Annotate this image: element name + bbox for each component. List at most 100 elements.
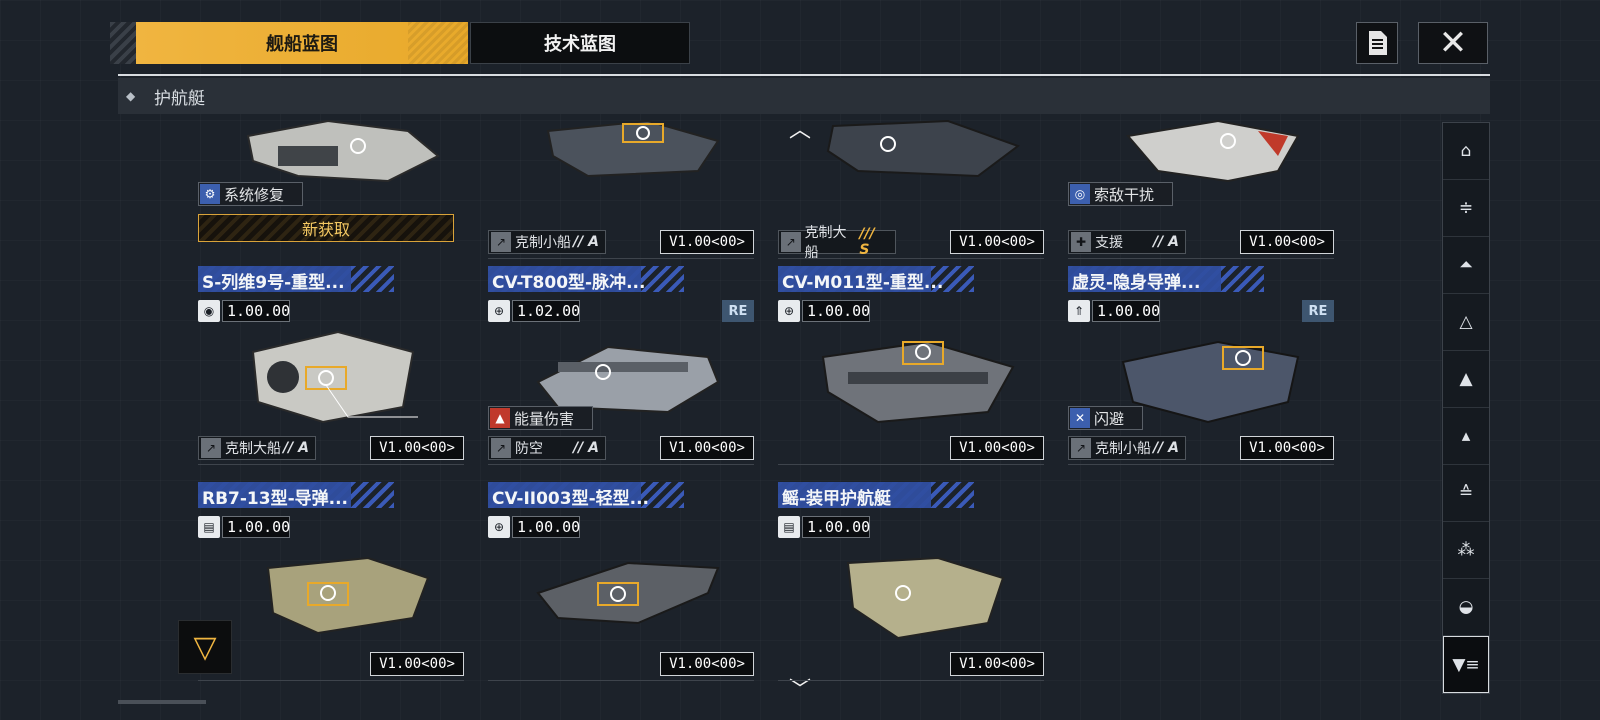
ship-card[interactable]: CV-M011型-重型... ⊕ 1.00.00 V1.00<00> xyxy=(778,262,1044,468)
version-number: 1.00.00 xyxy=(222,300,290,322)
version-box: V1.00<00> xyxy=(370,652,464,676)
card-base-line xyxy=(778,258,1044,259)
ship-card[interactable]: CV-T800型-脉冲... ⊕ 1.02.00 RE ▲ 能量伤害 ↗ 防空 … xyxy=(488,262,754,468)
card-base-line xyxy=(778,680,1044,681)
role-icon: ↗ xyxy=(1071,438,1091,458)
battlecruiser-icon[interactable]: ▲ xyxy=(1443,351,1489,408)
class-icon: ⊕ xyxy=(778,300,800,322)
close-icon: ✕ xyxy=(1438,23,1468,63)
cruiser-icon[interactable]: △ xyxy=(1443,294,1489,351)
version-number: 1.02.00 xyxy=(512,300,580,322)
ship-card-top-2[interactable]: ↗ 克制小船 // A V1.00<00> xyxy=(488,116,754,262)
card-base-line xyxy=(488,680,754,681)
class-icon: ⊕ xyxy=(488,516,510,538)
class-icon: ⇑ xyxy=(1068,300,1090,322)
ship-image xyxy=(1126,119,1300,183)
card-base-line xyxy=(1068,258,1334,259)
ship-name: CV-II003型-轻型... xyxy=(492,489,650,509)
version-number: 1.00.00 xyxy=(222,516,290,538)
ship-image xyxy=(266,556,430,635)
jamming-icon: ◎ xyxy=(1070,184,1090,204)
re-badge: RE xyxy=(1302,300,1334,322)
filter-icon[interactable]: ▼≡ xyxy=(1443,636,1489,693)
skill-tag: ✕ 闪避 xyxy=(1068,406,1144,430)
ship-card[interactable]: RB7-13型-导弹... ▤ 1.00.00 V1.00<00> xyxy=(198,478,464,684)
ship-name: RB7-13型-导弹... xyxy=(202,489,349,509)
frigate-icon[interactable]: ≑ xyxy=(1443,180,1489,237)
escort-class-icon: ◆ xyxy=(126,89,136,103)
class-icon: ▤ xyxy=(198,516,220,538)
ship-image xyxy=(251,330,418,424)
version-box: V1.00<00> xyxy=(660,652,754,676)
blueprint-tab-bar: 舰船蓝图 技术蓝图 xyxy=(110,22,1460,64)
repair-icon: ⚙ xyxy=(200,184,220,204)
tab-ship-blueprint[interactable]: 舰船蓝图 xyxy=(136,22,468,64)
ship-card-top-4[interactable]: ◎ 索敌干扰 ✚ 支援 // A V1.00<00> xyxy=(1068,116,1334,262)
skill-tag: ▲ 能量伤害 xyxy=(488,406,594,430)
category-label: 护航艇 xyxy=(154,88,205,109)
tab-bar-stripe xyxy=(110,22,136,64)
category-header: ◆ 护航艇 xyxy=(118,78,1490,114)
ship-image xyxy=(826,119,1021,178)
anti-air-icon: ↗ xyxy=(491,438,511,458)
ship-name: 鳐-装甲护航艇 xyxy=(782,489,892,509)
ship-card-top-1[interactable]: ⚙ 系统修复 新获取 xyxy=(198,116,464,262)
blueprint-grid: ⚙ 系统修复 新获取 ↗ 克制小船 // A V1.00<00> ↗ 克制大船 … xyxy=(198,116,1358,706)
card-base-line xyxy=(488,258,754,259)
version-number: 1.00.00 xyxy=(802,300,870,322)
class-icon: ⊕ xyxy=(488,300,510,322)
version-box: V1.00<00> xyxy=(950,230,1044,254)
ship-image xyxy=(821,340,1015,424)
ship-name: CV-M011型-重型... xyxy=(782,273,944,293)
evade-icon: ✕ xyxy=(1070,408,1090,428)
version-box: V1.00<00> xyxy=(1240,436,1334,460)
version-box: V1.00<00> xyxy=(660,230,754,254)
ship-name: CV-T800型-脉冲... xyxy=(492,273,646,293)
document-button[interactable] xyxy=(1356,22,1398,64)
ship-image xyxy=(846,556,1005,640)
ship-image xyxy=(546,119,720,178)
ship-image xyxy=(536,561,720,625)
skill-tag: ⚙ 系统修复 xyxy=(198,182,304,206)
version-number: 1.00.00 xyxy=(512,516,580,538)
version-box: V1.00<00> xyxy=(950,652,1044,676)
category-all-icon[interactable]: ⌂ xyxy=(1443,123,1489,180)
role-tag: ↗ 克制小船 // A xyxy=(1068,436,1186,460)
fleet-emblem-icon[interactable]: ▽ xyxy=(178,620,232,674)
role-tag: ↗ 克制大船 // A xyxy=(198,436,316,460)
role-tag: ✚ 支援 // A xyxy=(1068,230,1186,254)
close-button[interactable]: ✕ xyxy=(1418,22,1488,64)
escort-icon[interactable]: ≙ xyxy=(1443,465,1489,522)
ship-card[interactable]: S-列维9号-重型... ◉ 1.00.00 ↗ 克制大船 // A V1.00… xyxy=(198,262,464,468)
support-icon: ✚ xyxy=(1071,232,1091,252)
role-tag: ↗ 防空 // A xyxy=(488,436,606,460)
role-icon: ↗ xyxy=(491,232,511,252)
ship-card[interactable]: 鳐-装甲护航艇 ▤ 1.00.00 V1.00<00> xyxy=(778,478,1044,684)
ship-card-top-3[interactable]: ↗ 克制大船 /// S V1.00<00> xyxy=(778,116,1044,262)
skill-tag: ◎ 索敌干扰 xyxy=(1068,182,1174,206)
version-box: V1.00<00> xyxy=(660,436,754,460)
version-box: V1.00<00> xyxy=(950,436,1044,460)
ship-card[interactable]: 虚灵-隐身导弹... ⇑ 1.00.00 RE ✕ 闪避 ↗ 克制小船 // A… xyxy=(1068,262,1334,468)
tab-tech-blueprint[interactable]: 技术蓝图 xyxy=(470,22,690,64)
capital-icon[interactable]: ▴ xyxy=(1443,408,1489,465)
class-icon: ▤ xyxy=(778,516,800,538)
card-base-line xyxy=(778,464,1044,465)
document-icon xyxy=(1369,31,1387,55)
card-base-line xyxy=(198,680,464,681)
aux-icon[interactable]: ◒ xyxy=(1443,579,1489,636)
carrier-icon[interactable]: ⁂ xyxy=(1443,522,1489,579)
ship-card[interactable]: CV-II003型-轻型... ⊕ 1.00.00 V1.00<00> xyxy=(488,478,754,684)
role-icon: ↗ xyxy=(201,438,221,458)
version-number: 1.00.00 xyxy=(802,516,870,538)
class-icon: ◉ xyxy=(198,300,220,322)
re-badge: RE xyxy=(722,300,754,322)
category-divider xyxy=(118,74,1490,76)
ship-name: 虚灵-隐身导弹... xyxy=(1072,273,1201,293)
card-base-line xyxy=(1068,464,1334,465)
destroyer-icon[interactable]: ⏶ xyxy=(1443,237,1489,294)
ship-name: S-列维9号-重型... xyxy=(202,273,345,293)
role-tag: ↗ 克制小船 // A xyxy=(488,230,606,254)
card-base-line xyxy=(488,464,754,465)
card-base-line xyxy=(198,464,464,465)
